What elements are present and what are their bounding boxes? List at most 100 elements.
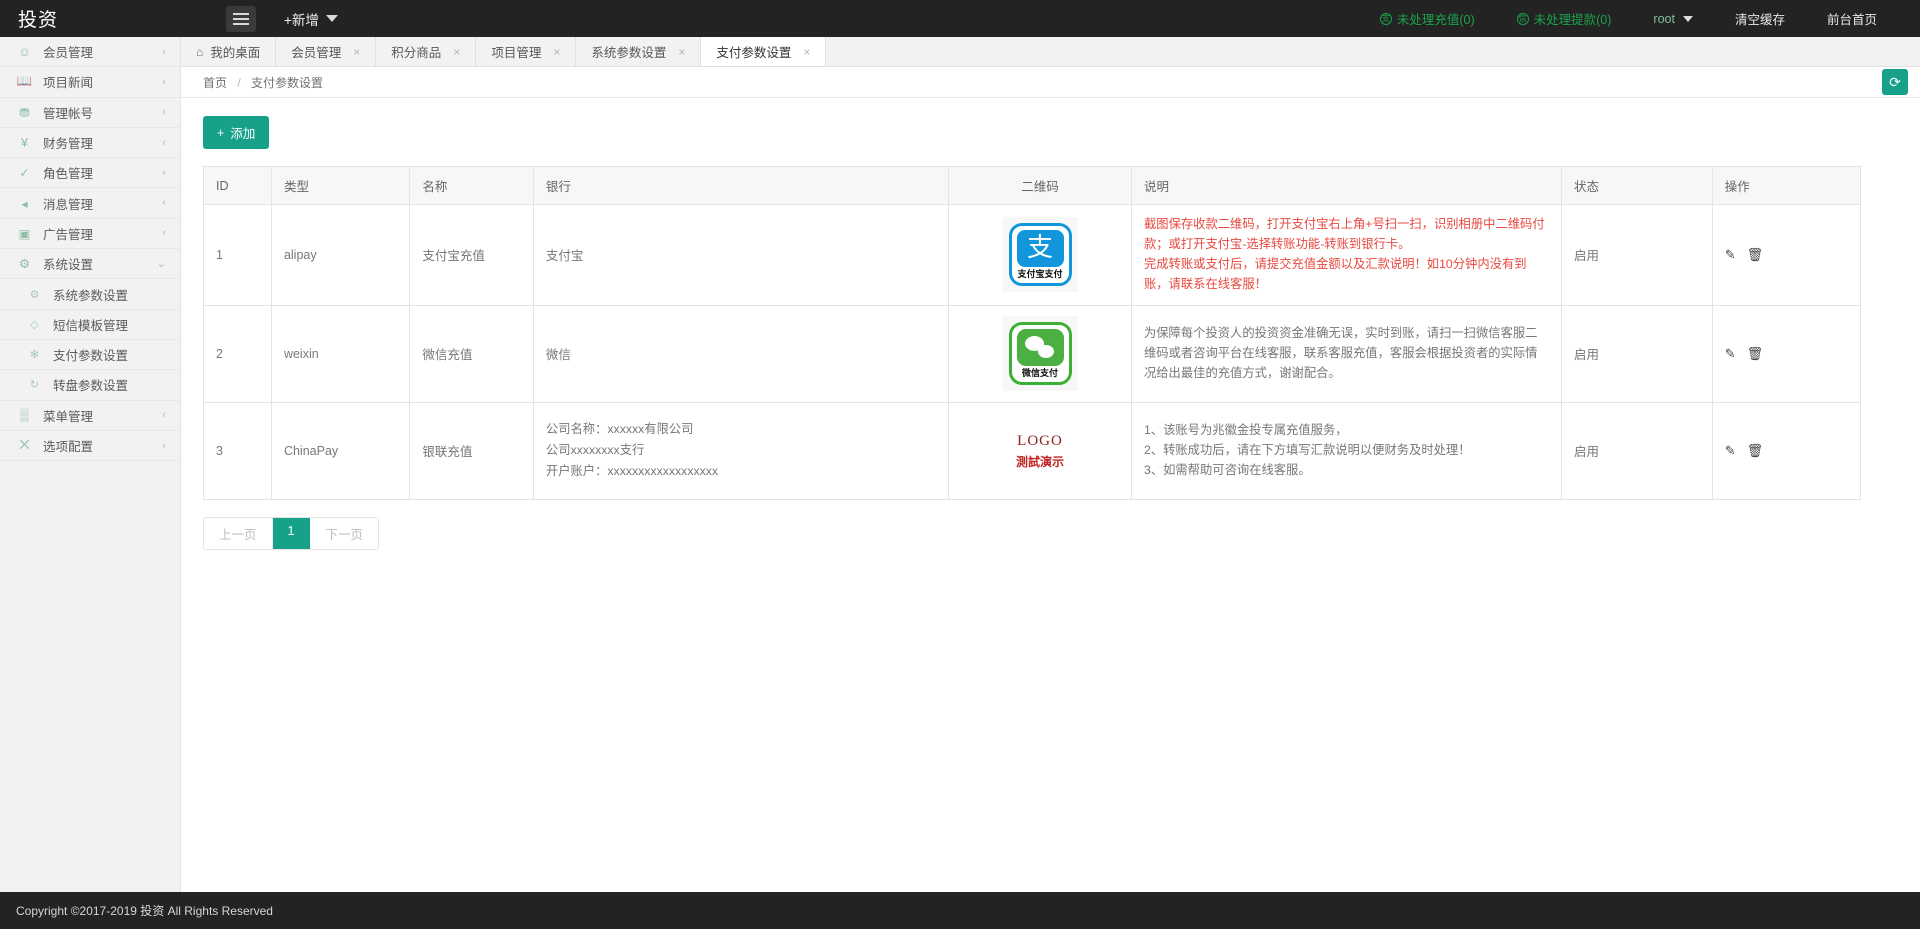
grid-icon: ▒ (20, 408, 29, 423)
speaker-icon: ◂ (21, 196, 28, 211)
close-icon[interactable]: × (803, 45, 810, 59)
pagination-prev[interactable]: 上一页 (204, 517, 273, 549)
sidebar-item-11[interactable]: ↻ 转盘参数设置 (0, 370, 180, 401)
sidebar-item-8[interactable]: ⚙ 系统参数设置 (0, 279, 180, 310)
yen-circle-icon: ¥ (21, 135, 28, 150)
sidebar-item-1[interactable]: 📖 项目新闻 ‹ (0, 67, 180, 98)
qr-code-cell: LOGO 測試演示 (961, 430, 1119, 472)
table-row: 3 ChinaPay 银联充值 公司名称：xxxxxx有限公司 公司xxxxxxxx支行… (203, 401, 1862, 500)
alipay-glyph: 支 (1016, 230, 1064, 268)
refresh-icon: ⟳ (1889, 73, 1901, 90)
cell-name: 微信充值 (409, 304, 534, 403)
tab-bar: ⌂ 我的桌面 会员管理 × 积分商品 × 项目管理 × 系统参数设置 × 支付参数设置 × (181, 37, 1920, 67)
description-line: 完成转账或支付后，请提交充值金额以及汇款说明！如10分钟内没有到账，请联系在线客… (1143, 256, 1527, 291)
wechat-logo-inner: 微信支付 (1008, 322, 1072, 386)
shield-check-icon: ✓ (19, 166, 30, 181)
tab-label: 积分商品 (391, 46, 442, 60)
pending-recharge-link[interactable]: 支 未处理充值(0) (1359, 9, 1496, 28)
table-body: 1 alipay 支付宝充值 支付宝支支付宝支付 截图保存收款二维码，打开支付宝右上角+… (203, 204, 1862, 500)
sidebar-item-label: 系统设置 (43, 258, 94, 273)
close-icon[interactable]: × (353, 45, 360, 59)
close-icon[interactable]: × (678, 45, 685, 59)
sidebar-item-2[interactable]: ⛃ 管理帐号 ‹ (0, 98, 180, 128)
sidebar-item-12[interactable]: ▒ 菜单管理 ‹ (0, 401, 180, 431)
menu-toggle-icon[interactable] (226, 5, 256, 32)
tab-5[interactable]: 支付参数设置 × (701, 37, 827, 66)
sidebar-item-label: 管理帐号 (43, 106, 94, 121)
chevron-down-icon (325, 15, 338, 22)
sidebar-item-0[interactable]: ☺ 会员管理 ‹ (0, 37, 180, 68)
qr-code-cell: 支支付宝支付 (961, 217, 1119, 293)
user-gear-icon: ⛃ (19, 105, 30, 120)
table-row: 2 weixin 微信充值 微信 微信支付 为保障每个投资人的投资资金准确无误，实时到账，… (203, 304, 1862, 403)
cell-bank: 微信 (532, 304, 950, 403)
new-dropdown-label: +新增 (284, 12, 319, 28)
clear-cache-button[interactable]: 清空缓存 (1714, 9, 1806, 28)
frontend-home-link[interactable]: 前台首页 (1806, 9, 1898, 28)
top-right-actions: 支 未处理充值(0) 信 未处理提款(0) root 清空缓存 前台首页 (1359, 0, 1920, 37)
bank-line: 公司名称：xxxxxx有限公司 (545, 421, 694, 436)
cell-type: alipay (270, 204, 411, 306)
user-icon: ☺ (18, 44, 31, 59)
brand-logo[interactable]: 投资 (0, 0, 222, 37)
tab-2[interactable]: 积分商品 × (376, 37, 477, 66)
close-icon[interactable]: × (453, 45, 460, 59)
sidebar-item-10[interactable]: ✻ 支付参数设置 (0, 339, 180, 371)
cell-description: 1、该账号为兆徽金投专属充值服务， 2、转账成功后，请在下方填写汇款说明以便财务及… (1130, 401, 1562, 500)
delete-icon[interactable]: 🗑 (1747, 346, 1764, 362)
gear-icon: ⚙ (18, 257, 31, 272)
plus-icon: + (217, 125, 225, 140)
cell-name: 支付宝充值 (409, 204, 534, 306)
sidebar-item-7[interactable]: ⚙ 系统设置 ⌄ (0, 249, 180, 280)
cell-type: ChinaPay (270, 401, 411, 500)
refresh-button[interactable]: ⟳ (1882, 69, 1908, 95)
pending-withdraw-link[interactable]: 信 未处理提款(0) (1496, 9, 1633, 28)
sidebar-item-6[interactable]: ▣ 广告管理 ‹ (0, 219, 180, 250)
chevron-down-icon (1682, 15, 1693, 22)
pending-withdraw-label: 未处理提款(0) (1533, 13, 1612, 27)
description-text: 截图保存收款二维码，打开支付宝右上角+号扫一扫，识别相册中二维码付款；或打开支付… (1144, 215, 1549, 295)
tag-icon: ◇ (30, 318, 39, 331)
delete-icon[interactable]: 🗑 (1747, 247, 1764, 263)
breadcrumb-home[interactable]: 首页 (203, 76, 227, 90)
footer: Copyright ©2017-2019 投资 All Rights Reser… (0, 892, 1920, 929)
text-logo: LOGO 測試演示 (1016, 430, 1064, 472)
hamburger-bar (233, 12, 249, 15)
payment-settings-table: ID 类型 名称 银行 二维码 说明 状态 操作 1 alipay 支付宝充值 支付宝支支付宝支付截… (203, 166, 1862, 500)
sidebar-item-5[interactable]: ◂ 消息管理 ‹ (0, 188, 180, 219)
chevron-left-icon: ‹ (162, 197, 166, 210)
hamburger-bar (233, 22, 249, 25)
user-name-label: root (1653, 11, 1675, 26)
new-dropdown-button[interactable]: +新增 (284, 9, 338, 29)
cell-qr: 微信支付 (948, 304, 1132, 403)
tab-3[interactable]: 项目管理 × (476, 37, 577, 66)
sidebar-item-label: 广告管理 (43, 227, 94, 242)
sidebar-item-4[interactable]: ✓ 角色管理 ‹ (0, 158, 180, 189)
sidebar-item-3[interactable]: ¥ 财务管理 ‹ (0, 128, 180, 159)
add-button[interactable]: + 添加 (203, 116, 270, 149)
delete-icon[interactable]: 🗑 (1747, 443, 1764, 459)
sidebar-item-9[interactable]: ◇ 短信模板管理 (0, 309, 180, 340)
edit-icon[interactable]: ✎ (1725, 443, 1736, 459)
column-header-6: 状态 (1560, 166, 1713, 205)
tab-0[interactable]: ⌂ 我的桌面 (181, 37, 277, 66)
edit-icon[interactable]: ✎ (1725, 247, 1736, 263)
chevron-left-icon: ‹ (162, 227, 166, 240)
edit-icon[interactable]: ✎ (1725, 346, 1736, 362)
tab-1[interactable]: 会员管理 × (276, 37, 377, 66)
wechat-caption: 微信支付 (1022, 368, 1059, 379)
user-menu[interactable]: root (1632, 12, 1714, 26)
sidebar-item-13[interactable]: ⨉ 选项配置 ‹ (0, 431, 180, 462)
tab-label: 支付参数设置 (716, 46, 792, 60)
tab-4[interactable]: 系统参数设置 × (576, 37, 702, 66)
description-line: 2、转账成功后，请在下方填写汇款说明以便财务及时处理！ (1143, 442, 1471, 457)
close-icon[interactable]: × (553, 45, 560, 59)
logo-line-2: 測試演示 (1016, 454, 1065, 469)
description-line: 3、如需帮助可咨询在线客服。 (1143, 462, 1311, 477)
pagination-page-1[interactable]: 1 (272, 517, 311, 549)
pagination-next[interactable]: 下一页 (310, 517, 378, 549)
sidebar-item-label: 选项配置 (43, 440, 94, 454)
breadcrumb: 首页 / 支付参数设置 (203, 74, 323, 91)
column-header-7: 操作 (1711, 166, 1862, 205)
hamburger-bar (233, 17, 249, 20)
